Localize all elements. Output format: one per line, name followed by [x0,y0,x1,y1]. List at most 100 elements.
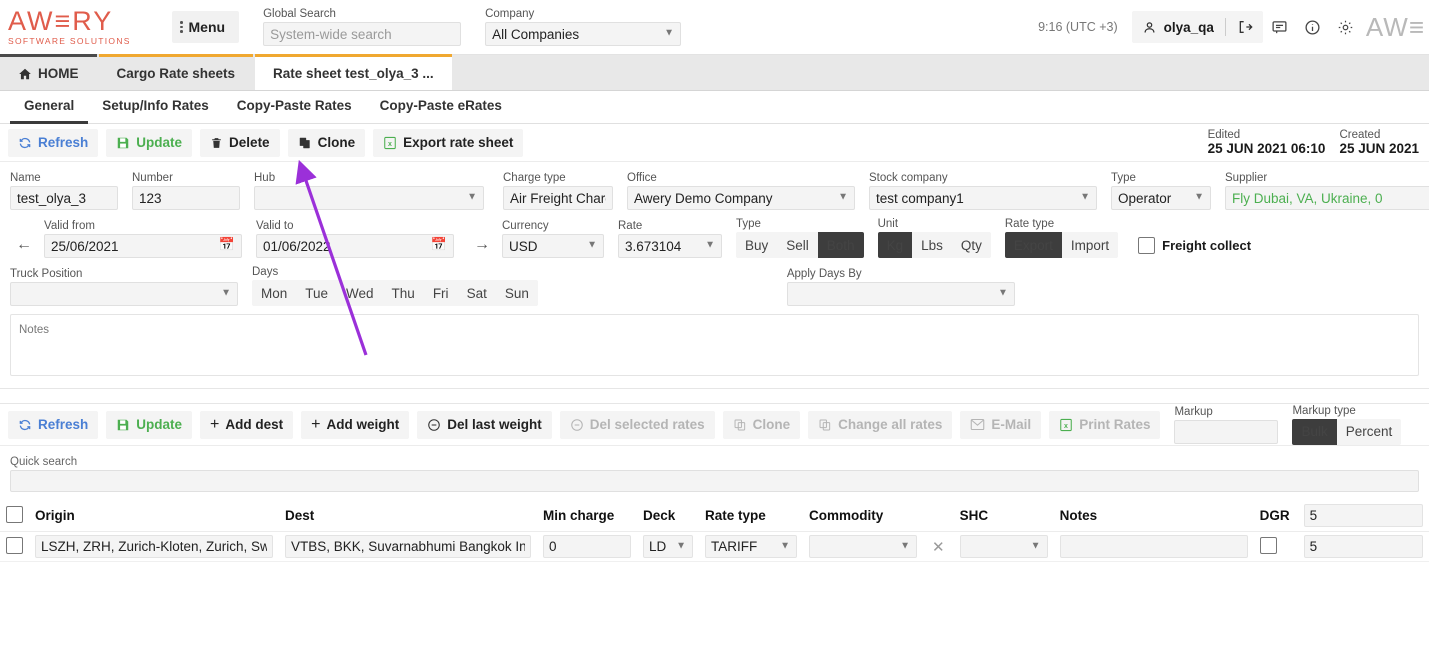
rates-update-label: Update [136,417,182,432]
rate-input[interactable] [618,234,722,258]
day-option-sat[interactable]: Sat [458,280,496,306]
select-all-checkbox[interactable] [6,506,23,523]
dgr-checkbox[interactable] [1260,537,1277,554]
cell-rate-type: ▼ [699,532,803,562]
weight-5-input[interactable] [1304,535,1423,558]
valid-from-label: Valid from [44,220,242,232]
notes-box[interactable]: Notes [10,314,1419,376]
row-notes-input[interactable] [1060,535,1248,558]
subtab-copy-paste-rates[interactable]: Copy-Paste Rates [223,91,366,124]
unit-option-qty[interactable]: Qty [952,232,991,258]
rates-refresh-button[interactable]: Refresh [8,411,98,439]
unit-option-lbs[interactable]: Lbs [912,232,952,258]
delete-button[interactable]: Delete [200,129,280,157]
del-selected-rates-button[interactable]: Del selected rates [560,411,715,439]
company-select[interactable] [485,22,681,46]
hub-select[interactable] [254,186,484,210]
menu-button[interactable]: Menu [172,11,239,43]
markup-input[interactable] [1174,420,1278,444]
email-button[interactable]: E-Mail [960,411,1041,439]
commodity-select[interactable] [809,535,917,558]
clone-button[interactable]: Clone [288,129,366,157]
logout-icon[interactable] [1237,19,1253,35]
row-checkbox[interactable] [6,537,23,554]
charge-type-input[interactable] [503,186,613,210]
subtab-setup-info-rates[interactable]: Setup/Info Rates [88,91,223,124]
export-rate-sheet-button[interactable]: x Export rate sheet [373,129,523,157]
print-rates-button[interactable]: x Print Rates [1049,411,1160,439]
office-select[interactable] [627,186,855,210]
valid-to-input[interactable] [256,234,454,258]
next-period-button[interactable]: → [468,232,496,258]
freight-collect-checkbox[interactable] [1138,237,1155,254]
subtab-general[interactable]: General [10,91,88,124]
apply-days-by-wrap: ▼ [787,282,1015,306]
supplier-input[interactable] [1225,186,1429,210]
day-option-thu[interactable]: Thu [383,280,424,306]
freight-collect-group[interactable]: Freight collect [1138,237,1251,254]
origin-input[interactable] [35,535,273,558]
close-icon[interactable]: ✕ [929,539,948,556]
user-menu[interactable]: olya_qa [1132,11,1263,43]
quick-search-label: Quick search [10,456,1419,468]
rates-refresh-label: Refresh [38,417,88,432]
rates-update-button[interactable]: Update [106,411,192,439]
row-select-cell [0,532,29,562]
deck-select[interactable] [643,535,693,558]
day-option-fri[interactable]: Fri [424,280,458,306]
edited-stamp: Edited 25 JUN 2021 06:10 [1208,129,1326,156]
hub-label: Hub [254,172,484,184]
general-panel: Name Number Hub ▼ Charge type Office ▼ [0,162,1429,389]
tab-home[interactable]: HOME [0,54,97,90]
prev-period-button[interactable]: ← [10,232,38,258]
del-last-weight-button[interactable]: Del last weight [417,411,552,439]
field-apply-days-by: Apply Days By ▼ [787,268,1015,306]
rate-type-option-export[interactable]: Export [1005,232,1062,258]
shc-select[interactable] [960,535,1048,558]
add-dest-button[interactable]: + Add dest [200,411,293,439]
dest-input[interactable] [285,535,531,558]
rates-clone-button[interactable]: Clone [723,411,801,439]
type-option-sell[interactable]: Sell [777,232,818,258]
unit-option-kg[interactable]: Kg [878,232,913,258]
type-option-buy[interactable]: Buy [736,232,777,258]
table-row[interactable]: ▼ ▼ ▼ ✕ [0,532,1429,562]
search-input[interactable] [263,22,461,46]
type-segment: Buy Sell Both [736,232,864,258]
subtab-copy-paste-erates[interactable]: Copy-Paste eRates [366,91,516,124]
rate-type-option-import[interactable]: Import [1062,232,1118,258]
apply-days-by-select[interactable] [787,282,1015,306]
refresh-button[interactable]: Refresh [8,129,98,157]
min-charge-input[interactable] [543,535,631,558]
currency-label: Currency [502,220,604,232]
markup-type-option-bulk[interactable]: Bulk [1292,419,1336,445]
info-icon[interactable] [1296,13,1329,42]
day-option-wed[interactable]: Wed [337,280,383,306]
chat-icon[interactable] [1263,13,1296,42]
currency-select[interactable] [502,234,604,258]
valid-from-input[interactable] [44,234,242,258]
name-input[interactable] [10,186,118,210]
type-select[interactable] [1111,186,1211,210]
day-option-tue[interactable]: Tue [296,280,337,306]
gear-icon[interactable] [1329,13,1362,42]
change-all-rates-button[interactable]: Change all rates [808,411,952,439]
day-option-mon[interactable]: Mon [252,280,296,306]
type-option-both[interactable]: Both [818,232,864,258]
hub-select-wrap: ▼ [254,186,484,210]
subtab-copy-paste-rates-label: Copy-Paste Rates [237,98,352,113]
rate-type-select[interactable] [705,535,797,558]
add-dest-label: Add dest [225,417,283,432]
weight-header-input[interactable] [1304,504,1423,527]
stock-company-select[interactable] [869,186,1097,210]
tab-cargo-rate-sheets[interactable]: Cargo Rate sheets [99,54,254,90]
menu-button-label: Menu [189,19,226,35]
markup-type-option-percent[interactable]: Percent [1337,419,1402,445]
truck-position-select[interactable] [10,282,238,306]
number-input[interactable] [132,186,240,210]
day-option-sun[interactable]: Sun [496,280,538,306]
quick-search-input[interactable] [10,470,1419,492]
add-weight-button[interactable]: + Add weight [301,411,409,439]
tab-rate-sheet-detail[interactable]: Rate sheet test_olya_3 ... [255,54,452,90]
update-button[interactable]: Update [106,129,192,157]
